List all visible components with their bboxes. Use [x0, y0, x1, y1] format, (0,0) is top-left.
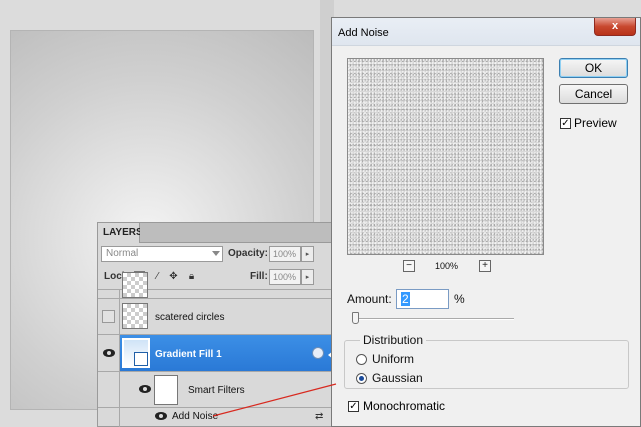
gradient-fill-thumbnail	[122, 338, 150, 368]
dialog-title: Add Noise	[338, 27, 389, 39]
layer-row-gradient-fill[interactable]: Gradient Fill 1	[98, 334, 340, 371]
chevron-down-icon	[212, 251, 220, 256]
preview-checkbox[interactable]: ✓	[560, 118, 571, 129]
amount-slider-thumb[interactable]	[352, 312, 360, 324]
radio-gaussian[interactable]	[356, 373, 367, 384]
fill-slider-button[interactable]: ▸	[301, 269, 314, 285]
layer-name: Smart Filters	[188, 385, 245, 396]
close-icon: x	[611, 20, 619, 32]
smart-filter-icon	[312, 347, 324, 359]
close-button[interactable]: x	[594, 18, 636, 36]
monochromatic-checkbox[interactable]: ✓	[348, 401, 359, 412]
filter-mask-thumbnail	[154, 375, 178, 405]
layer-row-add-noise[interactable]: Add Noise ⇄	[98, 407, 340, 427]
opacity-label: Opacity:	[228, 248, 269, 259]
opacity-field[interactable]: 100%	[269, 246, 301, 262]
lock-icon[interactable]: 🔒︎	[186, 271, 197, 282]
fill-label: Fill:	[250, 271, 268, 282]
monochromatic-label: Monochromatic	[363, 399, 446, 413]
cancel-button[interactable]: Cancel	[559, 84, 628, 104]
visibility-cell[interactable]	[98, 408, 120, 427]
move-icon[interactable]: ✥	[168, 271, 179, 282]
layers-panel: LAYERS Normal Opacity: 100% ▸ Lock: ⁄ ✥ …	[97, 222, 341, 427]
layer-thumbnail	[122, 272, 148, 298]
filter-blending-options-icon[interactable]: ⇄	[315, 411, 323, 422]
dialog-titlebar[interactable]: Add Noise x	[332, 18, 640, 46]
zoom-level: 100%	[435, 261, 459, 271]
radio-uniform[interactable]	[356, 354, 367, 365]
amount-unit: %	[454, 292, 465, 306]
add-noise-dialog: Add Noise x − 100% + OK Cancel ✓ Preview…	[331, 17, 641, 427]
layer-row-partial[interactable]	[98, 272, 340, 298]
visibility-cell[interactable]	[98, 299, 120, 334]
amount-slider-track[interactable]	[352, 318, 514, 320]
amount-input[interactable]: 2	[396, 289, 449, 309]
amount-label: Amount:	[347, 292, 392, 306]
blend-mode-value: Normal	[106, 248, 139, 259]
layer-row-smart-filters[interactable]: Smart Filters	[98, 371, 340, 407]
layers-tab[interactable]: LAYERS	[98, 223, 143, 243]
zoom-out-button[interactable]: −	[403, 260, 415, 272]
layer-name: scatered circles	[155, 312, 225, 323]
visibility-cell[interactable]	[98, 372, 120, 407]
eye-icon[interactable]	[103, 349, 115, 357]
visibility-cell[interactable]	[98, 335, 120, 371]
radio-label-gaussian: Gaussian	[372, 371, 423, 385]
noise-preview[interactable]	[347, 58, 544, 255]
brush-icon[interactable]: ⁄	[152, 271, 163, 282]
opacity-slider-button[interactable]: ▸	[301, 246, 314, 262]
blend-mode-select[interactable]: Normal	[101, 246, 223, 262]
smart-object-badge-icon	[134, 352, 148, 366]
eye-icon[interactable]	[155, 412, 167, 420]
visibility-toggle-off[interactable]	[102, 310, 115, 323]
preview-label: Preview	[574, 116, 617, 130]
eye-icon[interactable]	[139, 385, 151, 393]
amount-value: 2	[401, 292, 410, 306]
zoom-in-button[interactable]: +	[479, 260, 491, 272]
radio-label-uniform: Uniform	[372, 352, 415, 366]
ok-button[interactable]: OK	[559, 58, 628, 78]
distribution-label: Distribution	[360, 333, 427, 347]
visibility-cell[interactable]	[98, 290, 120, 298]
layer-thumbnail	[122, 303, 148, 329]
layer-row-scatered-circles[interactable]: scatered circles	[98, 298, 340, 334]
layers-tab-bar	[140, 223, 340, 243]
layer-name: Add Noise	[172, 411, 219, 422]
fill-field[interactable]: 100%	[269, 269, 301, 285]
layer-name: Gradient Fill 1	[155, 349, 222, 360]
